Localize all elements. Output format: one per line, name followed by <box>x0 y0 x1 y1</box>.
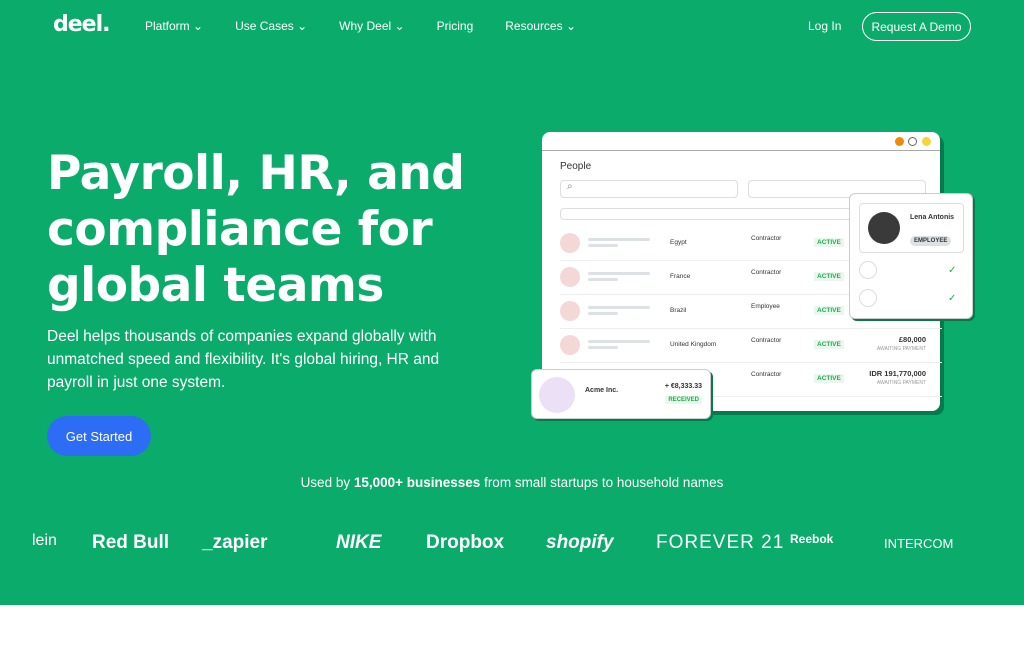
payment-note: AWAITING PAYMENT <box>876 346 926 352</box>
logo-klein: lein <box>32 532 57 549</box>
status-badge: ACTIVE <box>814 306 844 315</box>
used-pre: Used by <box>300 475 354 490</box>
document-icon <box>859 289 877 307</box>
employee-name: Lena Antonis <box>910 214 955 221</box>
status-badge: ACTIVE <box>814 374 844 383</box>
nav-resources[interactable]: Resources ⌄ <box>505 19 576 33</box>
used-post: from small startups to household names <box>480 475 724 490</box>
employee-badge: EMPLOYEE <box>910 236 952 246</box>
login-link[interactable]: Log In <box>808 19 841 33</box>
check-icon: ✓ <box>948 293 957 304</box>
avatar <box>560 267 580 287</box>
country: Egypt <box>670 239 687 246</box>
main-nav: Platform ⌄ Use Cases ⌄ Why Deel ⌄ Pricin… <box>145 19 576 33</box>
country: Brazil <box>670 307 687 314</box>
hero-subtitle: Deel helps thousands of companies expand… <box>47 328 440 391</box>
nav-use-cases[interactable]: Use Cases ⌄ <box>235 19 307 33</box>
avatar <box>868 212 900 244</box>
worker-type: Contractor <box>751 235 782 242</box>
status-badge: ACTIVE <box>814 272 844 281</box>
window-dot <box>895 137 904 146</box>
worker-type: Contractor <box>751 269 782 276</box>
nav-pricing[interactable]: Pricing <box>437 19 474 33</box>
payment-amount: + €8,333.33 <box>664 383 702 390</box>
get-started-button[interactable]: Get Started <box>47 416 151 456</box>
people-title: People <box>560 161 592 172</box>
logo-redbull: Red Bull <box>92 532 170 553</box>
logo-forever21: FOREVER 21 <box>656 532 785 553</box>
used-count: 15,000+ businesses <box>353 475 481 490</box>
nav-platform[interactable]: Platform ⌄ <box>145 19 203 33</box>
logo-reebok: Reebok <box>790 532 834 546</box>
status-badge: ACTIVE <box>814 238 844 247</box>
avatar <box>560 301 580 321</box>
worker-type: Employee <box>751 303 780 310</box>
logo-dropbox: Dropbox <box>426 532 505 553</box>
search-input[interactable]: ⌕ <box>560 180 738 198</box>
check-icon: ✓ <box>948 265 957 276</box>
logo[interactable]: deel. <box>53 12 110 37</box>
nav-why-deel[interactable]: Why Deel ⌄ <box>339 19 404 33</box>
worker-type: Contractor <box>751 371 782 378</box>
amount: IDR 191,770,000 <box>869 369 926 378</box>
worker-type: Contractor <box>751 337 782 344</box>
avatar <box>560 335 580 355</box>
payment-status: RECEIVED <box>665 396 702 404</box>
window-dot <box>922 137 931 146</box>
employee-card: Lena Antonis EMPLOYEE ✓ ✓ <box>849 193 973 319</box>
payment-card: Acme Inc. + €8,333.33 RECEIVED <box>531 369 711 419</box>
used-by-text: Used by 15,000+ businesses from small st… <box>0 475 1024 490</box>
hero-title: Payroll, HR, and compliance for global t… <box>47 146 465 313</box>
window-dot <box>908 137 917 146</box>
document-icon <box>859 261 877 279</box>
payment-note: AWAITING PAYMENT <box>876 380 926 386</box>
payment-company: Acme Inc. <box>585 387 619 394</box>
country: France <box>670 273 691 280</box>
window-titlebar <box>542 132 940 151</box>
table-row[interactable]: United Kingdom Contractor ACTIVE £80,000… <box>560 329 942 363</box>
logo-intercom: INTERCOM <box>884 536 954 551</box>
logo-nike: NIKE <box>336 532 382 553</box>
amount: £80,000 <box>898 335 926 344</box>
search-icon: ⌕ <box>567 181 573 192</box>
hero: deel. Platform ⌄ Use Cases ⌄ Why Deel ⌄ … <box>0 0 1024 605</box>
request-demo-button[interactable]: Request A Demo <box>862 12 971 41</box>
country: United Kingdom <box>670 341 717 348</box>
avatar <box>539 377 575 413</box>
logo-shopify: shopify <box>546 532 614 553</box>
logo-zapier: _zapier <box>202 532 268 553</box>
status-badge: ACTIVE <box>814 340 844 349</box>
avatar <box>560 233 580 253</box>
